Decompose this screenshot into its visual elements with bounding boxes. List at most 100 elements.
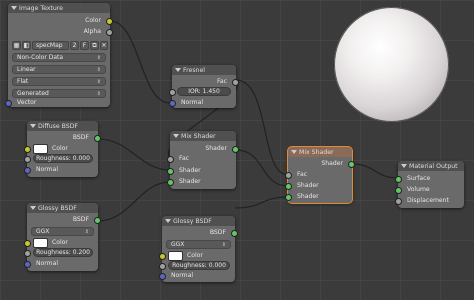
input-normal-socket[interactable] bbox=[24, 261, 31, 268]
dropdown-arrows-icon: ⇕ bbox=[96, 66, 101, 73]
input-color-socket[interactable] bbox=[24, 240, 31, 247]
collapse-arrow-icon[interactable] bbox=[291, 150, 297, 154]
fresnel-node[interactable]: Fresnel Fac IOR: 1.450 Normal bbox=[169, 65, 239, 108]
node-title: Material Output bbox=[409, 162, 458, 170]
image-texture-header[interactable]: Image Texture bbox=[8, 3, 110, 13]
color-space-dropdown[interactable]: Non-Color Data ⇕ bbox=[12, 53, 106, 62]
unlink-icon[interactable]: ✕ bbox=[100, 41, 108, 50]
glossy-bsdf-node-1[interactable]: Glossy BSDF BSDF GGX ⇕ Color Roughness: 0… bbox=[24, 203, 101, 271]
output-shader-label: Shader bbox=[205, 145, 227, 152]
collapse-arrow-icon[interactable] bbox=[173, 134, 179, 138]
dropdown-arrows-icon: ⇕ bbox=[84, 228, 89, 235]
input-roughness-socket[interactable] bbox=[24, 156, 31, 163]
input-fac-socket[interactable] bbox=[167, 156, 174, 163]
material-output-node[interactable]: Material Output Surface Volume Displacem… bbox=[395, 161, 464, 208]
input-shader-1-socket[interactable] bbox=[285, 183, 292, 190]
material-output-header[interactable]: Material Output bbox=[398, 161, 464, 171]
output-bsdf-label: BSDF bbox=[72, 216, 89, 223]
input-shader-1-label: Shader bbox=[179, 167, 201, 174]
output-bsdf-socket[interactable] bbox=[231, 230, 238, 237]
input-shader-2-label: Shader bbox=[297, 193, 319, 200]
color-space-value: Non-Color Data bbox=[17, 54, 64, 61]
input-roughness-socket[interactable] bbox=[159, 263, 166, 270]
input-surface-socket[interactable] bbox=[395, 176, 402, 183]
input-normal-label: Normal bbox=[36, 166, 59, 173]
fake-user-button[interactable]: F bbox=[80, 41, 89, 50]
node-title: Mix Shader bbox=[181, 132, 216, 140]
collapse-arrow-icon[interactable] bbox=[165, 219, 171, 223]
input-fac-label: Fac bbox=[297, 171, 308, 178]
roughness-field[interactable]: Roughness: 0.000 bbox=[168, 261, 230, 270]
input-shader-2-socket[interactable] bbox=[285, 194, 292, 201]
distribution-dropdown[interactable]: GGX ⇕ bbox=[31, 227, 94, 236]
mix-shader-node-2[interactable]: Mix Shader Shader Fac Shader Shader bbox=[285, 146, 355, 204]
output-fac-socket[interactable] bbox=[232, 79, 239, 86]
input-normal-label: Normal bbox=[181, 99, 204, 106]
input-normal-socket[interactable] bbox=[169, 100, 176, 107]
input-normal-socket[interactable] bbox=[24, 167, 31, 174]
distribution-dropdown[interactable]: GGX ⇕ bbox=[166, 240, 231, 249]
output-bsdf-socket[interactable] bbox=[94, 217, 101, 224]
mix-shader-node-1[interactable]: Mix Shader Shader Fac Shader Shader bbox=[167, 131, 239, 189]
distribution-value: GGX bbox=[171, 241, 185, 248]
glossy-bsdf-header[interactable]: Glossy BSDF bbox=[162, 216, 235, 226]
input-fac-label: Fac bbox=[179, 155, 190, 162]
interpolation-value: Linear bbox=[17, 66, 36, 73]
input-color-socket[interactable] bbox=[159, 253, 166, 260]
input-ior-socket[interactable] bbox=[169, 89, 176, 96]
image-browse-icon[interactable]: ▦ bbox=[12, 41, 21, 50]
input-normal-socket[interactable] bbox=[159, 273, 166, 280]
collapse-arrow-icon[interactable] bbox=[11, 6, 17, 10]
mix-shader-header[interactable]: Mix Shader bbox=[170, 131, 236, 141]
node-title: Mix Shader bbox=[299, 148, 334, 156]
new-image-icon[interactable]: ⧉ bbox=[90, 41, 99, 50]
image-users-count[interactable]: 2 bbox=[70, 41, 79, 50]
input-displacement-label: Displacement bbox=[407, 197, 449, 204]
mix-shader-header[interactable]: Mix Shader bbox=[288, 147, 352, 157]
glossy-bsdf-header[interactable]: Glossy BSDF bbox=[27, 203, 98, 213]
diffuse-bsdf-header[interactable]: Diffuse BSDF bbox=[27, 121, 98, 131]
collapse-arrow-icon[interactable] bbox=[30, 124, 36, 128]
projection-dropdown[interactable]: Flat ⇕ bbox=[12, 77, 106, 86]
color-swatch[interactable] bbox=[33, 238, 48, 248]
dropdown-arrows-icon: ⇕ bbox=[96, 78, 101, 85]
input-displacement-socket[interactable] bbox=[395, 198, 402, 205]
fresnel-header[interactable]: Fresnel bbox=[172, 65, 236, 75]
image-texture-node[interactable]: Image Texture Color Alpha ▦ ◧ specMap 2 … bbox=[5, 3, 113, 107]
input-volume-label: Volume bbox=[407, 186, 430, 193]
output-shader-socket[interactable] bbox=[348, 161, 355, 168]
ior-field[interactable]: IOR: 1.450 bbox=[177, 87, 231, 96]
output-alpha-socket[interactable] bbox=[106, 29, 113, 36]
input-shader-1-socket[interactable] bbox=[167, 168, 174, 175]
collapse-arrow-icon[interactable] bbox=[30, 206, 36, 210]
node-title: Glossy BSDF bbox=[38, 204, 77, 212]
input-fac-socket[interactable] bbox=[285, 172, 292, 179]
input-color-socket[interactable] bbox=[24, 146, 31, 153]
input-roughness-socket[interactable] bbox=[24, 250, 31, 257]
input-shader-2-socket[interactable] bbox=[167, 179, 174, 186]
input-vector-socket[interactable] bbox=[5, 100, 12, 107]
projection-value: Flat bbox=[17, 78, 29, 85]
color-swatch[interactable] bbox=[168, 251, 183, 261]
color-swatch[interactable] bbox=[33, 144, 48, 154]
glossy-bsdf-node-2[interactable]: Glossy BSDF BSDF GGX ⇕ Color Roughness: 0… bbox=[159, 216, 238, 282]
node-title: Fresnel bbox=[183, 66, 205, 74]
output-color-socket[interactable] bbox=[106, 18, 113, 25]
output-bsdf-socket[interactable] bbox=[94, 135, 101, 142]
interpolation-dropdown[interactable]: Linear ⇕ bbox=[12, 65, 106, 74]
output-shader-socket[interactable] bbox=[232, 146, 239, 153]
extension-dropdown[interactable]: Generated ⇕ bbox=[12, 89, 106, 98]
input-shader-2-label: Shader bbox=[179, 178, 201, 185]
roughness-field[interactable]: Roughness: 0.200 bbox=[33, 248, 93, 257]
input-color-label: Color bbox=[187, 252, 203, 259]
image-name-field[interactable]: specMap bbox=[32, 41, 69, 50]
collapse-arrow-icon[interactable] bbox=[401, 164, 407, 168]
image-type-icon[interactable]: ◧ bbox=[22, 41, 31, 50]
output-shader-label: Shader bbox=[321, 160, 343, 167]
node-title: Glossy BSDF bbox=[173, 217, 212, 225]
input-surface-label: Surface bbox=[407, 175, 431, 182]
diffuse-bsdf-node[interactable]: Diffuse BSDF BSDF Color Roughness: 0.000… bbox=[24, 121, 101, 177]
collapse-arrow-icon[interactable] bbox=[175, 68, 181, 72]
input-volume-socket[interactable] bbox=[395, 187, 402, 194]
roughness-field[interactable]: Roughness: 0.000 bbox=[33, 154, 93, 163]
